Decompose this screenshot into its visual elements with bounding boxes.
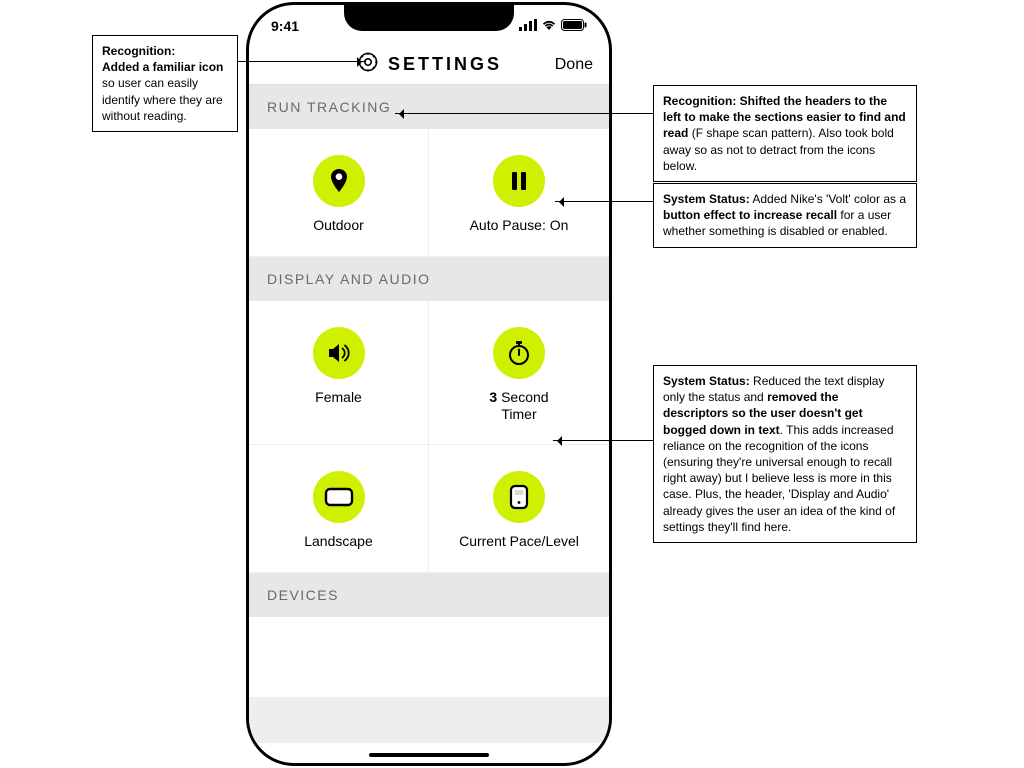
volume-icon bbox=[313, 327, 365, 379]
phone-notch bbox=[344, 5, 514, 31]
run-tracking-grid: Outdoor Auto Pause: On bbox=[249, 129, 609, 257]
section-header-run-tracking: RUN TRACKING bbox=[249, 85, 609, 129]
device-icon bbox=[493, 471, 545, 523]
nav-bar: SETTINGS Done bbox=[249, 45, 609, 85]
tile-metric[interactable]: Current Pace/Level bbox=[429, 445, 609, 573]
tile-timer[interactable]: 3 Second Timer bbox=[429, 301, 609, 446]
tile-orientation-label: Landscape bbox=[255, 533, 422, 550]
annotation-status-reduced-text: System Status: Reduced the text display … bbox=[653, 365, 917, 543]
location-pin-icon bbox=[313, 155, 365, 207]
annotation-arrow-3 bbox=[555, 201, 653, 202]
tile-auto-pause-label: Auto Pause: On bbox=[435, 217, 603, 234]
tile-outdoor-label: Outdoor bbox=[255, 217, 422, 234]
home-indicator bbox=[369, 753, 489, 757]
pause-icon bbox=[493, 155, 545, 207]
tile-voice-label: Female bbox=[255, 389, 422, 406]
annotation-arrow-1 bbox=[238, 61, 366, 62]
devices-placeholder bbox=[249, 617, 609, 697]
done-button[interactable]: Done bbox=[555, 56, 593, 74]
annotation-arrow-2 bbox=[395, 113, 653, 114]
stopwatch-icon bbox=[493, 327, 545, 379]
cellular-icon bbox=[519, 18, 537, 34]
section-header-display-audio: DISPLAY AND AUDIO bbox=[249, 257, 609, 301]
annotation-recognition-headers: Recognition: Shifted the headers to the … bbox=[653, 85, 917, 182]
settings-scroll[interactable]: RUN TRACKING Outdoor Auto Pause: On DISP… bbox=[249, 85, 609, 743]
tile-voice[interactable]: Female bbox=[249, 301, 429, 446]
annotation-arrow-4 bbox=[553, 440, 653, 441]
wifi-icon bbox=[541, 18, 557, 34]
page-title-text: SETTINGS bbox=[388, 54, 502, 75]
section-header-devices: DEVICES bbox=[249, 573, 609, 617]
tile-outdoor[interactable]: Outdoor bbox=[249, 129, 429, 257]
annotation-status-volt: System Status: Added Nike's 'Volt' color… bbox=[653, 183, 917, 248]
battery-icon bbox=[561, 18, 587, 34]
tile-timer-label: 3 Second Timer bbox=[435, 389, 603, 423]
tile-auto-pause[interactable]: Auto Pause: On bbox=[429, 129, 609, 257]
tile-metric-label: Current Pace/Level bbox=[435, 533, 603, 550]
annotation-recognition-icon: Recognition:Added a familiar icon so use… bbox=[92, 35, 238, 132]
landscape-rect-icon bbox=[313, 471, 365, 523]
tile-orientation[interactable]: Landscape bbox=[249, 445, 429, 573]
page-title: SETTINGS bbox=[356, 50, 502, 79]
phone-mockup: 9:41 SETTINGS Done bbox=[246, 2, 612, 766]
status-time: 9:41 bbox=[271, 18, 299, 34]
